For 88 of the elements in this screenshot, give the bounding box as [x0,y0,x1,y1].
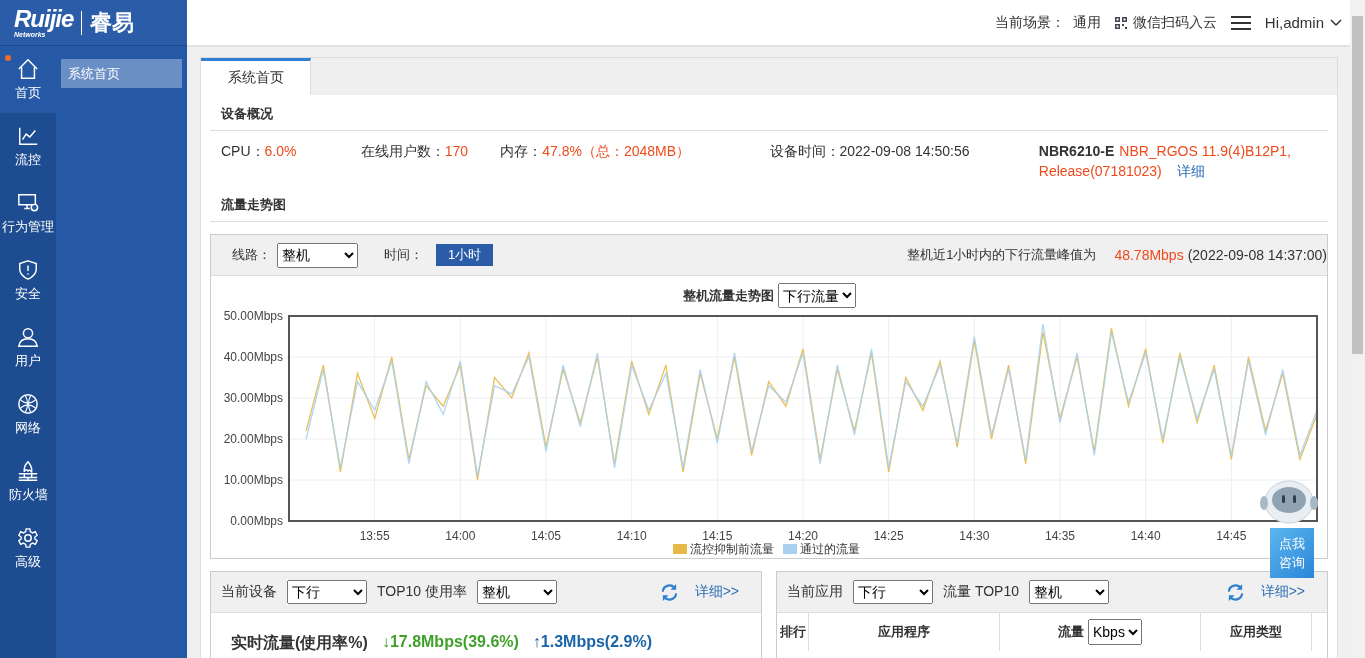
nav-item[interactable]: 行为管理 [0,180,56,247]
x-axis-label: 14:45 [1216,529,1247,543]
nav-item[interactable]: 高级 [0,515,56,582]
globe-icon [17,392,39,415]
x-axis-label: 14:30 [959,529,990,543]
home-icon [17,57,39,80]
product-name: 睿易 [90,8,135,37]
y-axis-label: 20.00Mbps [223,432,283,446]
x-axis-label: 14:35 [1045,529,1075,543]
time-range-button[interactable]: 1小时 [436,244,494,266]
memory-label: 内存： [500,143,543,159]
direction-select[interactable]: 下行流量 [777,283,856,308]
y-axis-label: 40.00Mbps [223,350,283,364]
x-axis-label: 14:15 [702,529,733,543]
x-axis-label: 14:00 [445,529,476,543]
cpu-label: CPU： [221,143,265,159]
scrollbar-thumb[interactable] [1352,16,1363,354]
chevron-down-icon[interactable] [1330,18,1342,27]
line-label: 线路： [232,246,271,264]
scene-label: 当前场景： [994,13,1065,32]
direction-select[interactable]: 下行 [287,580,367,604]
column-header: 应用程序 [809,613,1000,651]
nav-item[interactable]: 用户 [0,314,56,381]
x-axis-label: 14:10 [616,529,647,543]
section-title: 流量走势图 [210,186,1328,222]
tab[interactable]: 系统首页 [201,58,311,95]
detail-link[interactable]: 详细 [1176,161,1205,181]
peak-time: (2022-09-08 14:37:00) [1187,247,1327,263]
nav-item[interactable]: 首页 [0,46,56,113]
unit-select[interactable]: Kbps [1088,619,1142,645]
application-label: 当前应用 [787,583,843,601]
settings-icon [17,526,39,549]
firewall-icon [17,459,39,482]
shield-icon [17,258,39,281]
nav-item[interactable]: 网络 [0,381,56,448]
online-users-value: 170 [444,143,468,159]
x-axis-label: 13:55 [359,529,390,543]
column-header: 排行 [777,613,809,651]
device-time-value: 2022-09-08 14:50:56 [839,143,970,159]
firmware-version: NBR_RGOS 11.9(4)B12P1, [1119,142,1291,161]
download-rate: ↓17.8Mbps(39.6%) [381,633,519,652]
upload-rate: ↑1.3Mbps(2.9%) [532,633,652,652]
column-header: 应用类型 [1201,613,1312,651]
legend-label[interactable]: 流控抑制前流量 [689,540,774,558]
user-menu[interactable]: Hi,admin [1264,14,1324,31]
legend-label[interactable]: 通过的流量 [799,540,860,558]
detail-link[interactable]: 详细>> [1260,583,1305,601]
device-label: 当前设备 [221,583,277,601]
online-users-label: 在线用户数： [360,143,445,159]
menu-icon[interactable] [1230,15,1251,30]
scope-select[interactable]: 整机 [477,580,557,604]
top10-label: TOP10 使用率 [377,583,467,601]
device-model: NBR6210-E [1038,142,1115,161]
y-axis-label: 30.00Mbps [223,391,283,405]
time-label: 时间： [384,246,423,264]
monitor-gear-icon [17,191,39,214]
x-axis-label: 14:05 [531,529,561,543]
cpu-value: 6.0% [264,143,297,159]
x-axis-label: 14:40 [1130,529,1161,543]
y-axis-label: 50.00Mbps [223,309,283,323]
chart-title: 整机流量走势图 [682,286,774,305]
top10-label: 流量 TOP10 [943,583,1019,601]
scope-select[interactable]: 整机 [1029,580,1109,604]
y-axis-label: 10.00Mbps [223,473,283,487]
user-icon [17,325,39,348]
nav-item[interactable]: 流控 [0,113,56,180]
x-axis-label: 14:20 [788,529,818,543]
qr-code-icon [1114,16,1127,29]
x-axis-label: 14:25 [873,529,904,543]
detail-link[interactable]: 详细>> [694,583,739,601]
device-time-label: 设备时间： [769,143,840,159]
brand-name: Ruijie [14,7,74,31]
nav-item[interactable]: 安全 [0,247,56,314]
section-title: 设备概况 [210,95,1328,131]
refresh-icon[interactable] [659,582,679,602]
peak-text: 整机近1小时内的下行流量峰值为 [907,246,1097,264]
direction-select[interactable]: 下行 [853,580,933,604]
scene-value[interactable]: 通用 [1072,13,1101,32]
y-axis-label: 0.00Mbps [230,514,283,528]
column-header-label: 流量 [1058,623,1084,641]
firmware-release: Release(07181023) [1038,162,1162,181]
realtime-traffic-label: 实时流量(使用率%) [231,633,368,653]
refresh-icon[interactable] [1225,582,1245,602]
peak-value: 48.78Mbps [1114,247,1184,263]
nav-item[interactable]: 防火墙 [0,448,56,515]
cloud-link[interactable]: 微信扫码入云 [1132,13,1217,32]
memory-value: 47.8%（总：2048MB） [542,143,691,159]
line-select[interactable]: 整机 [277,242,358,268]
